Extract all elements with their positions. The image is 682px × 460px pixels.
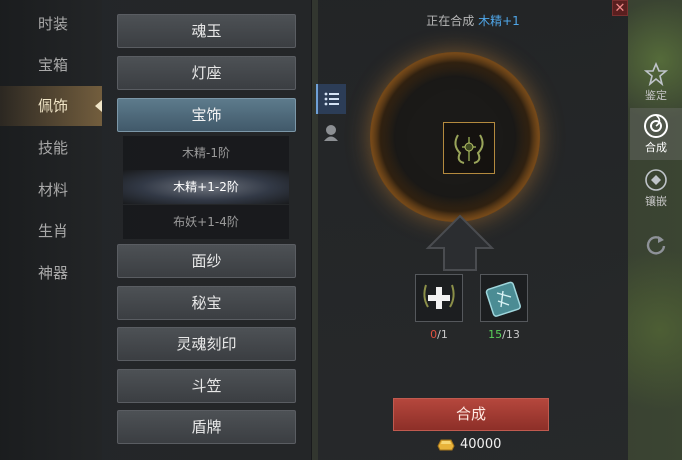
- list-view-tab[interactable]: [316, 84, 346, 114]
- item-button-dunpai[interactable]: 盾牌: [117, 410, 296, 444]
- tab-inlay[interactable]: 镶嵌: [630, 162, 682, 214]
- tab-label: 合成: [645, 141, 667, 154]
- cost-value: 40000: [460, 436, 502, 452]
- item-button-miansha[interactable]: 面纱: [117, 244, 296, 278]
- tab-combine[interactable]: 合成: [630, 108, 682, 160]
- category-fashion[interactable]: 时装: [0, 4, 102, 44]
- title-target: 木精+1: [478, 14, 520, 28]
- category-panel: 时装 宝箱 佩饰 技能 材料 生肖 神器: [0, 0, 102, 460]
- category-chest[interactable]: 宝箱: [0, 45, 102, 85]
- category-label: 生肖: [38, 222, 69, 240]
- category-label: 材料: [38, 181, 69, 199]
- material-slot-1[interactable]: [415, 274, 463, 322]
- category-label: 时装: [38, 15, 69, 33]
- category-label: 技能: [38, 139, 69, 157]
- item-button-dengzuo[interactable]: 灯座: [117, 56, 296, 90]
- item-button-baoshi[interactable]: 宝饰: [117, 98, 296, 132]
- category-label: 佩饰: [38, 97, 69, 115]
- close-button[interactable]: ✕: [612, 0, 628, 16]
- category-artifact[interactable]: 神器: [0, 253, 102, 293]
- category-zodiac[interactable]: 生肖: [0, 211, 102, 251]
- rune-stone-icon: [485, 281, 521, 317]
- sub-item-mujing-1[interactable]: 木精-1阶: [123, 136, 289, 170]
- material-2-count: 15/13: [474, 328, 534, 341]
- tab-label: 镶嵌: [645, 195, 667, 208]
- sub-item-buyao-4[interactable]: 布妖+1-4阶: [123, 205, 289, 239]
- result-item-slot[interactable]: [443, 122, 495, 174]
- item-button-mibao[interactable]: 秘宝: [117, 286, 296, 320]
- character-tab[interactable]: [316, 118, 346, 148]
- sub-item-mujing-2[interactable]: 木精+1-2阶: [123, 170, 289, 204]
- close-icon: ✕: [614, 1, 626, 16]
- item-button-hunyu[interactable]: 魂玉: [117, 14, 296, 48]
- synthesize-button[interactable]: 合成: [393, 398, 549, 431]
- arrow-up-icon: [425, 214, 495, 271]
- category-skill[interactable]: 技能: [0, 128, 102, 168]
- synthesis-title: 正在合成 木精+1: [318, 12, 628, 29]
- tab-label: 鉴定: [645, 89, 667, 102]
- category-accessory[interactable]: 佩饰: [0, 86, 102, 126]
- material-slot-2[interactable]: [480, 274, 528, 322]
- inlay-icon: [643, 167, 669, 193]
- plus-icon: [423, 284, 455, 309]
- gold-ingot-icon: [437, 439, 455, 451]
- wood-spirit-icon: [454, 134, 484, 164]
- material-1-count: 0/1: [409, 328, 469, 341]
- combine-icon: [643, 113, 669, 139]
- need-count: /13: [502, 328, 520, 341]
- item-list-panel: 魂玉 灯座 宝饰 木精-1阶 木精+1-2阶 布妖+1-4阶 面纱 秘宝 灵魂刻…: [102, 0, 312, 460]
- tab-identify[interactable]: 鉴定: [630, 56, 682, 108]
- list-icon: [324, 92, 339, 106]
- item-button-linghun[interactable]: 灵魂刻印: [117, 327, 296, 361]
- head-icon: [324, 125, 338, 141]
- need-count: /1: [437, 328, 448, 341]
- refresh-button[interactable]: [630, 218, 682, 270]
- category-label: 神器: [38, 264, 69, 282]
- refresh-icon: [646, 236, 666, 255]
- have-count: 15: [488, 328, 503, 341]
- title-prefix: 正在合成: [426, 14, 475, 28]
- gold-cost: 40000: [436, 436, 501, 452]
- identify-icon: [643, 61, 669, 87]
- item-button-douli[interactable]: 斗笠: [117, 369, 296, 403]
- category-material[interactable]: 材料: [0, 170, 102, 210]
- category-label: 宝箱: [38, 56, 69, 74]
